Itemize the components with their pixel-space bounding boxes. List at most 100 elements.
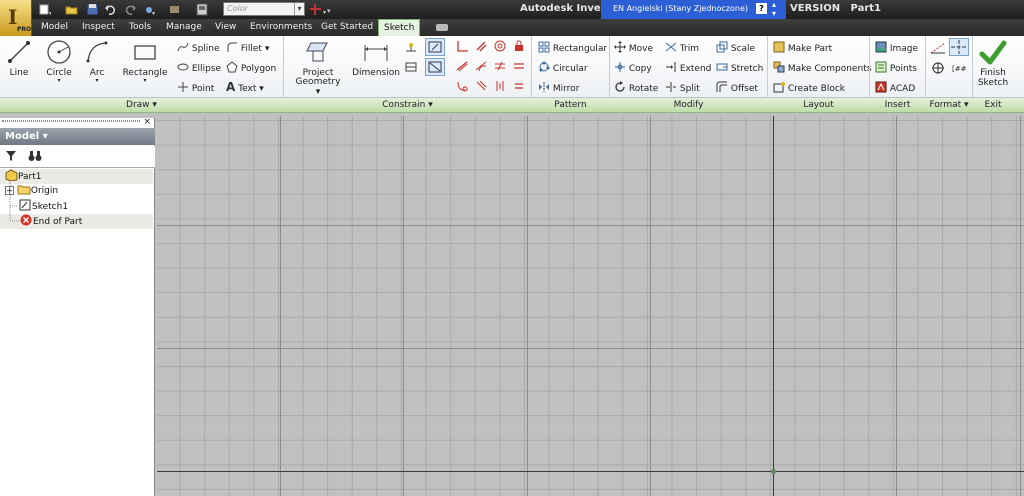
panel-label-modify[interactable]: Modify — [610, 98, 767, 113]
panel-label-layout[interactable]: Layout — [768, 98, 869, 113]
fillet-button[interactable]: Fillet ▾ — [226, 41, 269, 54]
chevron-down-icon[interactable]: ▾ — [294, 3, 304, 15]
open-icon[interactable] — [65, 3, 78, 16]
chevron-down-icon[interactable]: ▾ — [82, 77, 112, 84]
chevron-down-icon[interactable]: ▾ — [44, 77, 74, 84]
rectangle-button[interactable]: Rectangle ▾ — [122, 39, 168, 84]
concentric-constraint-icon[interactable] — [494, 40, 506, 52]
panel-label-insert[interactable]: Insert — [870, 98, 925, 113]
tab-get-started[interactable]: Get Started — [316, 19, 378, 36]
auto-dimension-icon[interactable] — [405, 41, 417, 53]
parallel-constraint-icon[interactable] — [475, 40, 487, 52]
tab-manage[interactable]: Manage — [161, 19, 207, 36]
split-button[interactable]: Split — [665, 81, 700, 94]
rectangular-pattern-button[interactable]: Rectangular — [538, 41, 607, 54]
circle-button[interactable]: Circle ▾ — [44, 39, 74, 84]
text-button[interactable]: A Text ▾ — [226, 80, 264, 94]
trim-button[interactable]: Trim — [665, 41, 699, 54]
rotate-button[interactable]: Rotate — [614, 81, 658, 94]
panel-label-draw[interactable]: Draw ▾ — [0, 98, 283, 113]
browser-title[interactable]: Model ▾ — [0, 128, 155, 145]
tab-inspect[interactable]: Inspect — [77, 19, 120, 36]
show-dof-button[interactable] — [425, 58, 445, 76]
spline-button[interactable]: Spline — [177, 41, 220, 54]
close-icon[interactable]: × — [143, 117, 151, 127]
spline-label: Spline — [191, 44, 220, 54]
chevron-down-icon[interactable]: ▾ — [259, 84, 264, 94]
qat-customize-icon[interactable]: ▾ — [327, 3, 335, 16]
tab-tools[interactable]: Tools — [124, 19, 156, 36]
color-combo[interactable]: Color ▾ — [223, 2, 305, 16]
save-icon[interactable] — [86, 3, 99, 16]
tree-node-end-of-part[interactable]: End of Part — [20, 214, 82, 229]
panel-label-constrain[interactable]: Constrain ▾ — [284, 98, 531, 113]
point-button[interactable]: Point — [177, 81, 214, 94]
acad-button[interactable]: ACAD — [875, 81, 915, 94]
tab-model[interactable]: Model — [36, 19, 73, 36]
stretch-button[interactable]: Stretch — [716, 61, 763, 74]
collinear-constraint-icon[interactable] — [456, 60, 468, 72]
move-button[interactable]: Move — [614, 41, 653, 54]
sketch-origin-point[interactable] — [771, 469, 776, 474]
update-icon[interactable] — [196, 3, 209, 16]
chevron-down-icon[interactable]: ▾ — [265, 44, 270, 54]
language-indicator[interactable]: EN Angielski (Stany Zjednoczone) ? ▴ ▾ — [601, 0, 786, 19]
make-part-button[interactable]: Make Part — [773, 41, 832, 54]
extend-button[interactable]: Extend — [665, 61, 711, 74]
mirror-button[interactable]: Mirror — [538, 81, 579, 94]
fix-constraint-icon[interactable] — [513, 40, 525, 52]
panel-label-format[interactable]: Format ▾ — [926, 98, 972, 113]
symmetric-constraint-icon[interactable] — [475, 80, 487, 92]
tab-sketch[interactable]: Sketch — [378, 19, 421, 36]
sketch-canvas[interactable] — [157, 116, 1024, 496]
constraint-settings-button[interactable] — [425, 38, 445, 56]
ellipse-button[interactable]: Ellipse — [177, 61, 221, 74]
scale-button[interactable]: Scale — [716, 41, 755, 54]
perpendicular-constraint-icon[interactable] — [456, 40, 468, 52]
coincident-constraint-icon[interactable] — [494, 60, 506, 72]
undo-icon[interactable] — [104, 3, 117, 16]
make-components-button[interactable]: Make Components — [773, 61, 871, 74]
crosshair-icon[interactable]: ▾ — [309, 3, 329, 16]
language-scroll-icon[interactable]: ▴ ▾ — [772, 0, 776, 18]
tangent-constraint-icon[interactable] — [475, 60, 487, 72]
tab-environments[interactable]: Environments — [245, 19, 317, 36]
chevron-down-icon[interactable]: ▾ — [316, 87, 321, 97]
chevron-down-icon[interactable]: ▾ — [122, 77, 168, 84]
new-icon[interactable]: ▾ — [38, 3, 51, 16]
arc-button[interactable]: Arc ▾ — [82, 39, 112, 84]
tree-node-sketch1[interactable]: Sketch1 — [19, 199, 68, 214]
driven-dimension-icon[interactable]: [##] — [951, 61, 967, 75]
image-button[interactable]: Image — [875, 41, 918, 54]
smooth-constraint-icon[interactable] — [456, 80, 468, 92]
browser-grip[interactable] — [2, 120, 140, 122]
points-button[interactable]: Points — [875, 61, 917, 74]
redo-icon[interactable] — [124, 3, 137, 16]
tab-view[interactable]: View — [210, 19, 241, 36]
construction-icon[interactable] — [930, 41, 946, 55]
binoculars-icon[interactable] — [28, 150, 42, 162]
panel-label-pattern[interactable]: Pattern — [532, 98, 609, 113]
line-button[interactable]: Line — [4, 39, 34, 78]
language-help-icon[interactable]: ? — [756, 3, 767, 14]
center-point-icon[interactable] — [930, 61, 946, 75]
finish-sketch-button[interactable]: Finish Sketch — [974, 38, 1012, 88]
vertical-constraint-icon[interactable] — [494, 80, 506, 92]
centerline-button[interactable] — [949, 38, 969, 56]
material-icon[interactable] — [168, 3, 181, 16]
circular-pattern-button[interactable]: Circular — [538, 61, 588, 74]
application-menu-button[interactable]: I PRO — [0, 0, 32, 36]
polygon-button[interactable]: Polygon — [226, 61, 276, 74]
filter-icon[interactable] — [5, 150, 17, 162]
show-constraints-icon[interactable] — [405, 61, 417, 73]
project-geometry-button[interactable]: Project Geometry ▾ — [293, 39, 343, 97]
minimize-ribbon-icon[interactable] — [436, 24, 448, 31]
dimension-button[interactable]: Dimension — [352, 39, 400, 78]
copy-button[interactable]: Copy — [614, 61, 652, 74]
equal-constraint-icon[interactable] — [513, 80, 525, 92]
create-block-button[interactable]: Create Block — [773, 81, 845, 94]
offset-button[interactable]: Offset — [716, 81, 758, 94]
horizontal-constraint-icon[interactable] — [513, 60, 525, 72]
panel-label-exit[interactable]: Exit — [973, 98, 1013, 113]
select-icon[interactable]: ▾ — [143, 3, 156, 16]
